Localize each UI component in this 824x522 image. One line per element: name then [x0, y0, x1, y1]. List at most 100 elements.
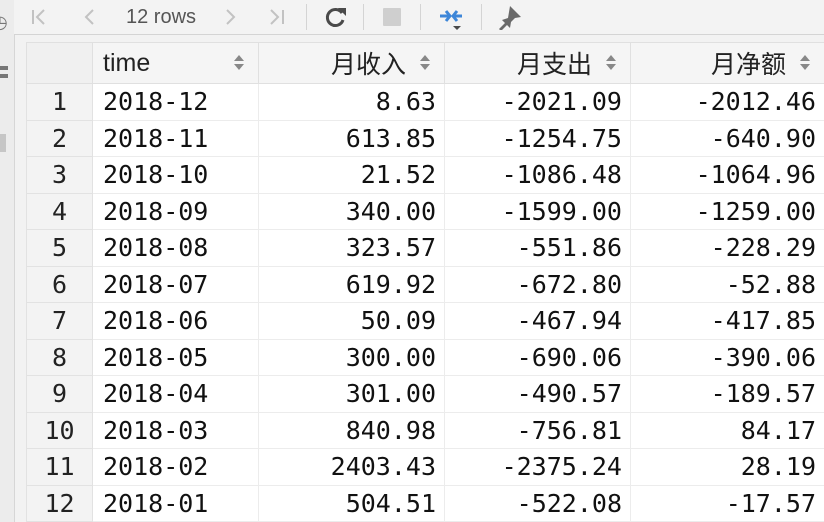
cell-net[interactable]: 28.19 [630, 448, 824, 486]
cell-expense[interactable]: -1086.48 [444, 156, 631, 194]
prev-page-button[interactable] [64, 0, 114, 34]
cell-income[interactable]: 8.63 [258, 83, 445, 121]
cell-time[interactable]: 2018-06 [92, 302, 259, 340]
cell-net[interactable]: -52.88 [630, 265, 824, 303]
column-header-label: 月支出 [516, 51, 592, 79]
cell-expense[interactable]: -467.94 [444, 302, 631, 340]
cell-expense[interactable]: -551.86 [444, 229, 631, 267]
compare-dropdown-button[interactable] [427, 0, 475, 34]
pin-button[interactable] [488, 0, 532, 34]
cell-income[interactable]: 2403.43 [258, 448, 445, 486]
first-page-button[interactable] [14, 0, 64, 34]
row-number[interactable]: 11 [26, 448, 93, 486]
cell-income[interactable]: 340.00 [258, 192, 445, 230]
table-row[interactable]: 1 2018-12 8.63 -2021.09 -2012.46 [26, 83, 824, 121]
cell-expense[interactable]: -1254.75 [444, 119, 631, 157]
cell-income[interactable]: 619.92 [258, 265, 445, 303]
history-icon[interactable]: ◷ [0, 12, 8, 33]
cell-expense[interactable]: -756.81 [444, 411, 631, 449]
row-number[interactable]: 12 [26, 484, 93, 522]
cell-income[interactable]: 504.51 [258, 484, 445, 522]
cell-net[interactable]: -1064.96 [630, 156, 824, 194]
table-row[interactable]: 2 2018-11 613.85 -1254.75 -640.90 [26, 119, 824, 157]
stop-button[interactable] [370, 0, 414, 34]
cell-expense[interactable]: -672.80 [444, 265, 631, 303]
chevron-left-icon [84, 9, 94, 25]
cell-time[interactable]: 2018-10 [92, 156, 259, 194]
cell-time[interactable]: 2018-05 [92, 338, 259, 376]
table-row[interactable]: 5 2018-08 323.57 -551.86 -228.29 [26, 229, 824, 267]
row-number[interactable]: 10 [26, 411, 93, 449]
row-number[interactable]: 2 [26, 119, 93, 157]
sort-icon[interactable] [234, 54, 244, 72]
row-number[interactable]: 9 [26, 375, 93, 413]
row-number[interactable]: 1 [26, 83, 93, 121]
cell-net[interactable]: 84.17 [630, 411, 824, 449]
cell-time[interactable]: 2018-08 [92, 229, 259, 267]
cell-expense[interactable]: -2375.24 [444, 448, 631, 486]
last-page-button[interactable] [254, 0, 300, 34]
cell-net[interactable]: -189.57 [630, 375, 824, 413]
gutter-scroll-handle[interactable] [0, 134, 6, 152]
cell-net[interactable]: -640.90 [630, 119, 824, 157]
cell-expense[interactable]: -1599.00 [444, 192, 631, 230]
cell-income[interactable]: 613.85 [258, 119, 445, 157]
cell-net[interactable]: -417.85 [630, 302, 824, 340]
cell-income[interactable]: 50.09 [258, 302, 445, 340]
cell-net[interactable]: -390.06 [630, 338, 824, 376]
row-number[interactable]: 3 [26, 156, 93, 194]
table-row[interactable]: 8 2018-05 300.00 -690.06 -390.06 [26, 338, 824, 376]
sort-icon[interactable] [800, 54, 810, 72]
cell-expense[interactable]: -690.06 [444, 338, 631, 376]
cell-net[interactable]: -17.57 [630, 484, 824, 522]
compare-icon [440, 10, 463, 30]
column-header-time[interactable]: time [92, 42, 259, 84]
cell-income[interactable]: 323.57 [258, 229, 445, 267]
stop-icon [383, 8, 402, 26]
cell-expense[interactable]: -490.57 [444, 375, 631, 413]
row-number[interactable]: 5 [26, 229, 93, 267]
cell-time[interactable]: 2018-12 [92, 83, 259, 121]
column-header-income[interactable]: 月收入 [258, 42, 445, 84]
list-icon-bar-2 [0, 74, 8, 78]
row-count-label[interactable]: 12 rows [114, 6, 208, 29]
cell-net[interactable]: -1259.00 [630, 192, 824, 230]
cell-time[interactable]: 2018-04 [92, 375, 259, 413]
cell-time[interactable]: 2018-02 [92, 448, 259, 486]
table-row[interactable]: 12 2018-01 504.51 -522.08 -17.57 [26, 484, 824, 522]
row-number[interactable]: 7 [26, 302, 93, 340]
row-number[interactable]: 8 [26, 338, 93, 376]
cell-time[interactable]: 2018-03 [92, 411, 259, 449]
sort-icon[interactable] [606, 54, 616, 72]
cell-income[interactable]: 300.00 [258, 338, 445, 376]
refresh-icon [325, 8, 347, 27]
cell-income[interactable]: 21.52 [258, 156, 445, 194]
cell-time[interactable]: 2018-09 [92, 192, 259, 230]
column-header-net[interactable]: 月净额 [630, 42, 824, 84]
cell-time[interactable]: 2018-01 [92, 484, 259, 522]
row-number[interactable]: 6 [26, 265, 93, 303]
table-row[interactable]: 4 2018-09 340.00 -1599.00 -1259.00 [26, 192, 824, 230]
corner-cell[interactable] [26, 42, 93, 84]
cell-income[interactable]: 840.98 [258, 411, 445, 449]
cell-net[interactable]: -228.29 [630, 229, 824, 267]
table-row[interactable]: 7 2018-06 50.09 -467.94 -417.85 [26, 302, 824, 340]
sort-icon[interactable] [420, 54, 430, 72]
row-number[interactable]: 4 [26, 192, 93, 230]
column-header-label: 月净额 [710, 51, 786, 79]
cell-income[interactable]: 301.00 [258, 375, 445, 413]
cell-net[interactable]: -2012.46 [630, 83, 824, 121]
refresh-button[interactable] [313, 0, 357, 34]
table-row[interactable]: 11 2018-02 2403.43 -2375.24 28.19 [26, 448, 824, 486]
column-header-expense[interactable]: 月支出 [444, 42, 631, 84]
cell-time[interactable]: 2018-07 [92, 265, 259, 303]
cell-expense[interactable]: -522.08 [444, 484, 631, 522]
next-page-button[interactable] [208, 0, 254, 34]
table-row[interactable]: 10 2018-03 840.98 -756.81 84.17 [26, 411, 824, 449]
cell-expense[interactable]: -2021.09 [444, 83, 631, 121]
result-toolbar: 12 rows [14, 0, 824, 35]
table-row[interactable]: 3 2018-10 21.52 -1086.48 -1064.96 [26, 156, 824, 194]
table-row[interactable]: 6 2018-07 619.92 -672.80 -52.88 [26, 265, 824, 303]
cell-time[interactable]: 2018-11 [92, 119, 259, 157]
table-row[interactable]: 9 2018-04 301.00 -490.57 -189.57 [26, 375, 824, 413]
